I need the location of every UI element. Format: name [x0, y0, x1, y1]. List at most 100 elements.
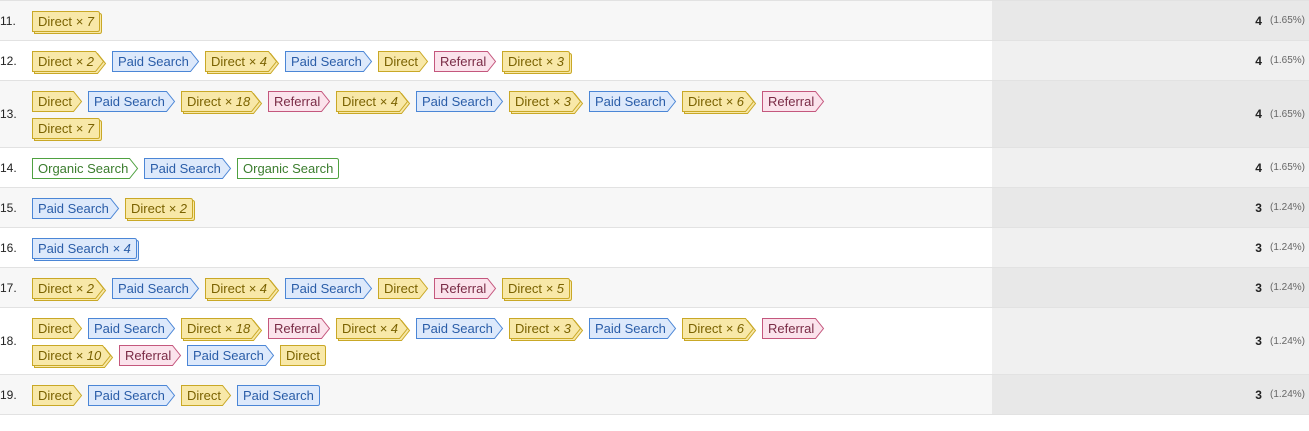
- channel-step-direct[interactable]: Direct × 2: [125, 197, 195, 221]
- channel-label: Direct: [38, 320, 72, 336]
- row-index: 11.: [0, 13, 16, 28]
- channel-step-direct[interactable]: Direct × 4: [336, 317, 411, 341]
- conversions-percent: (1.24%): [1269, 282, 1305, 293]
- repeat-count: × 3: [548, 93, 571, 109]
- channel-label: Paid Search: [150, 160, 221, 176]
- channel-step-direct[interactable]: Direct × 3: [509, 90, 584, 114]
- channel-label: Paid Search: [595, 93, 666, 109]
- channel-label: Direct: [688, 93, 722, 109]
- channel-step-direct[interactable]: Direct: [181, 384, 232, 407]
- channel-step-paid-search[interactable]: Paid Search: [285, 50, 373, 73]
- row-index: 19.: [0, 387, 17, 402]
- channel-step-paid-search[interactable]: Paid Search: [88, 384, 176, 407]
- channel-step-paid-search[interactable]: Paid Search: [144, 157, 232, 180]
- channel-step-paid-search[interactable]: Paid Search: [112, 277, 200, 300]
- repeat-count: × 3: [548, 320, 571, 336]
- table-row: 17. Direct × 2 Paid Search Direct × 4 Paid S…: [0, 268, 1309, 308]
- channel-step-referral[interactable]: Referral: [119, 344, 182, 367]
- channel-step-direct[interactable]: Direct × 7: [32, 10, 102, 34]
- row-index: 17.: [0, 280, 17, 295]
- channel-step-direct[interactable]: Direct: [32, 90, 83, 113]
- conversions-cell: 4 (1.65%): [992, 148, 1309, 187]
- channel-label: Referral: [768, 93, 815, 109]
- channel-step-direct[interactable]: Direct × 2: [32, 50, 107, 74]
- channel-label: Direct: [187, 387, 221, 403]
- channel-label: Direct: [38, 53, 72, 69]
- channel-step-referral[interactable]: Referral: [268, 317, 331, 340]
- channel-step-referral[interactable]: Referral: [762, 317, 825, 340]
- channel-step-direct[interactable]: Direct: [280, 344, 326, 367]
- channel-step-direct[interactable]: Direct × 6: [682, 90, 757, 114]
- repeat-count: × 4: [244, 53, 267, 69]
- channel-step-direct[interactable]: Direct × 2: [32, 277, 107, 301]
- channel-step-direct[interactable]: Direct × 4: [205, 277, 280, 301]
- channel-step-direct[interactable]: Direct × 18: [181, 90, 263, 114]
- channel-step-referral[interactable]: Referral: [434, 277, 497, 300]
- channel-step-direct[interactable]: Direct × 7: [32, 117, 102, 141]
- channel-label: Paid Search: [291, 53, 362, 69]
- repeat-count: × 4: [375, 320, 398, 336]
- conversion-path: Paid Search Direct × 2: [32, 188, 992, 227]
- channel-label: Direct: [38, 387, 72, 403]
- repeat-count: × 3: [541, 53, 564, 69]
- channel-label: Referral: [440, 280, 487, 296]
- channel-label: Direct: [211, 53, 245, 69]
- table-row: 14. Organic Search Paid Search Organic Sear…: [0, 148, 1309, 188]
- channel-step-direct[interactable]: Direct × 3: [502, 50, 572, 74]
- channel-step-paid-search[interactable]: Paid Search: [32, 197, 120, 220]
- channel-label: Paid Search: [38, 240, 109, 256]
- channel-step-paid-search[interactable]: Paid Search: [589, 90, 677, 113]
- channel-step-direct[interactable]: Direct × 4: [205, 50, 280, 74]
- channel-step-direct[interactable]: Direct × 3: [509, 317, 584, 341]
- channel-step-referral[interactable]: Referral: [268, 90, 331, 113]
- channel-step-paid-search[interactable]: Paid Search: [237, 384, 320, 407]
- channel-step-paid-search[interactable]: Paid Search: [112, 50, 200, 73]
- conversion-path: Organic Search Paid Search Organic Search: [32, 148, 992, 187]
- channel-step-paid-search[interactable]: Paid Search: [88, 317, 176, 340]
- conversions-percent: (1.65%): [1269, 55, 1305, 66]
- channel-step-direct[interactable]: Direct × 4: [336, 90, 411, 114]
- channel-label: Direct: [187, 93, 221, 109]
- channel-step-paid-search[interactable]: Paid Search: [416, 90, 504, 113]
- channel-step-direct[interactable]: Direct: [378, 277, 429, 300]
- conversions-cell: 4 (1.65%): [992, 41, 1309, 80]
- channel-step-paid-search[interactable]: Paid Search: [88, 90, 176, 113]
- conversion-path: Direct Paid Search Direct × 18 Referral Dire…: [32, 308, 992, 374]
- table-row: 18. Direct Paid Search Direct × 18 Referral D…: [0, 308, 1309, 375]
- channel-step-paid-search[interactable]: Paid Search: [589, 317, 677, 340]
- conversions-value: 4: [1255, 107, 1262, 121]
- channel-label: Paid Search: [422, 93, 493, 109]
- channel-step-direct[interactable]: Direct: [378, 50, 429, 73]
- channel-step-direct[interactable]: Direct: [32, 317, 83, 340]
- channel-label: Direct: [688, 320, 722, 336]
- conversions-cell: 4 (1.65%): [992, 81, 1309, 147]
- channel-label: Paid Search: [193, 347, 264, 363]
- conversion-path: Direct × 7: [32, 1, 992, 40]
- row-index: 16.: [0, 240, 17, 255]
- repeat-count: × 4: [108, 240, 131, 256]
- repeat-count: × 2: [71, 280, 94, 296]
- channel-step-paid-search[interactable]: Paid Search: [187, 344, 275, 367]
- conversions-percent: (1.24%): [1269, 335, 1305, 347]
- channel-step-paid-search[interactable]: Paid Search: [285, 277, 373, 300]
- channel-step-organic-search[interactable]: Organic Search: [32, 157, 139, 180]
- channel-step-paid-search[interactable]: Paid Search: [416, 317, 504, 340]
- row-index: 12.: [0, 53, 17, 68]
- channel-step-direct[interactable]: Direct: [32, 384, 83, 407]
- channel-step-direct[interactable]: Direct × 10: [32, 344, 114, 368]
- repeat-count: × 7: [71, 120, 94, 136]
- channel-label: Direct: [384, 280, 418, 296]
- channel-step-referral[interactable]: Referral: [434, 50, 497, 73]
- channel-label: Referral: [440, 53, 487, 69]
- conversions-value: 3: [1255, 280, 1262, 295]
- channel-label: Direct: [342, 320, 376, 336]
- channel-step-referral[interactable]: Referral: [762, 90, 825, 113]
- channel-step-direct[interactable]: Direct × 6: [682, 317, 757, 341]
- channel-step-direct[interactable]: Direct × 18: [181, 317, 263, 341]
- channel-step-organic-search[interactable]: Organic Search: [237, 157, 339, 180]
- conversions-cell: 3 (1.24%): [992, 268, 1309, 307]
- channel-step-direct[interactable]: Direct × 5: [502, 277, 572, 301]
- channel-label: Direct: [38, 347, 72, 363]
- channel-step-paid-search[interactable]: Paid Search × 4: [32, 237, 139, 261]
- repeat-count: × 6: [721, 320, 744, 336]
